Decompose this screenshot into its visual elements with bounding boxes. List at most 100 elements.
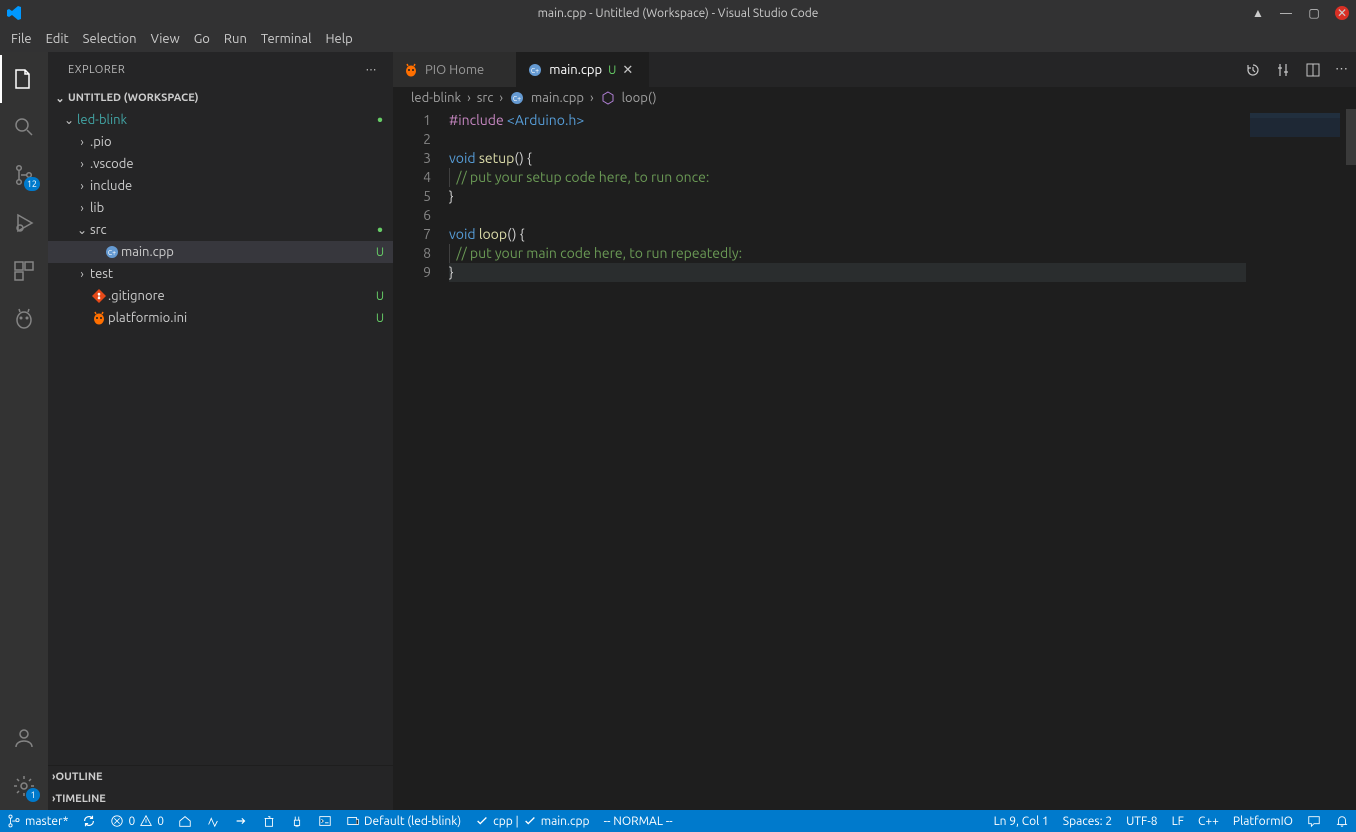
tab-status: U [608, 64, 616, 77]
pio-icon [90, 310, 108, 326]
editor-more-icon[interactable]: ⋯ [1335, 62, 1348, 77]
chevron-right-icon: › [74, 158, 90, 171]
status-serial-icon[interactable] [283, 810, 311, 832]
folder-.pio[interactable]: ›.pio [48, 131, 393, 153]
chevron-right-icon: › [74, 136, 90, 149]
activity-run-debug[interactable] [0, 199, 48, 247]
menu-edit[interactable]: Edit [39, 26, 76, 52]
git-status: U [367, 246, 393, 259]
cpp-icon: C+ [527, 62, 543, 78]
file-.gitignore[interactable]: .gitignoreU [48, 285, 393, 307]
menu-bar: FileEditSelectionViewGoRunTerminalHelp [0, 26, 1356, 52]
split-editor-icon[interactable] [1305, 62, 1321, 78]
chevron-right-icon: › [590, 91, 594, 105]
minimize-button[interactable]: — [1272, 0, 1300, 26]
status-encoding[interactable]: UTF-8 [1119, 810, 1164, 832]
svg-text:C+: C+ [513, 95, 521, 103]
code-line[interactable]: #include <Arduino.h> [449, 111, 1356, 130]
chevron-right-icon: › [74, 268, 90, 281]
folder-.vscode[interactable]: ›.vscode [48, 153, 393, 175]
activity-extensions[interactable] [0, 247, 48, 295]
editor-area: PIO Home✕ C+ main.cpp U ✕ ⋯ led-blink › src › C+… [393, 52, 1356, 810]
code-line[interactable]: } [449, 187, 1356, 206]
git-status: U [367, 290, 393, 303]
breadcrumb-item[interactable]: src [477, 91, 494, 105]
activity-accounts[interactable] [0, 714, 48, 762]
menu-terminal[interactable]: Terminal [254, 26, 319, 52]
status-terminal-icon[interactable] [311, 810, 339, 832]
menu-view[interactable]: View [144, 26, 187, 52]
minimap[interactable] [1246, 109, 1356, 810]
status-home-icon[interactable] [171, 810, 199, 832]
status-upload-icon[interactable] [227, 810, 255, 832]
chevron-down-icon: ⌄ [74, 223, 90, 237]
code-line[interactable]: void setup() { [449, 149, 1356, 168]
status-lang-check[interactable]: cpp | main.cpp [468, 810, 596, 832]
file-main.cpp[interactable]: C+main.cppU [48, 241, 393, 263]
breadcrumb-item[interactable]: main.cpp [531, 91, 584, 105]
code-line[interactable]: void loop() { [449, 225, 1356, 244]
code-content[interactable]: #include <Arduino.h> void setup() { // pu… [449, 109, 1356, 810]
chevron-down-icon: ⌄ [52, 92, 68, 105]
tab-pio-home[interactable]: PIO Home✕ [393, 52, 517, 87]
activity-settings[interactable]: 1 [0, 762, 48, 810]
scm-badge: 12 [24, 177, 40, 191]
workspace-section[interactable]: ⌄ UNTITLED (WORKSPACE) [48, 87, 393, 109]
status-cursor[interactable]: Ln 9, Col 1 [987, 810, 1056, 832]
window-menu-up-icon[interactable]: ▲ [1244, 0, 1272, 26]
code-line[interactable]: } [449, 263, 1356, 282]
close-icon[interactable]: ✕ [622, 63, 638, 78]
activity-platformio[interactable] [0, 295, 48, 343]
status-spaces[interactable]: Spaces: 2 [1056, 810, 1119, 832]
status-env[interactable]: Default (led-blink) [339, 810, 468, 832]
explorer-more-icon[interactable]: ⋯ [366, 63, 378, 76]
close-button[interactable]: ✕ [1328, 0, 1356, 26]
status-language[interactable]: C++ [1191, 810, 1226, 832]
status-branch[interactable]: master* [0, 810, 75, 832]
code-line[interactable] [449, 130, 1356, 149]
menu-selection[interactable]: Selection [76, 26, 144, 52]
status-sync[interactable] [75, 810, 103, 832]
file-platformio.ini[interactable]: platformio.iniU [48, 307, 393, 329]
chevron-right-icon: › [467, 91, 471, 105]
status-feedback-icon[interactable] [1300, 810, 1328, 832]
code-editor[interactable]: 123456789 #include <Arduino.h> void setup… [393, 109, 1356, 810]
status-platformio[interactable]: PlatformIO [1226, 810, 1300, 832]
breadcrumb-item[interactable]: loop() [622, 91, 657, 105]
settings-badge: 1 [26, 788, 40, 802]
editor-history-icon[interactable] [1245, 62, 1261, 78]
folder-led-blink[interactable]: ⌄led-blink• [48, 109, 393, 131]
menu-help[interactable]: Help [318, 26, 359, 52]
chevron-right-icon: › [74, 202, 90, 215]
code-line[interactable]: // put your setup code here, to run once… [449, 168, 1356, 187]
tab-main-cpp[interactable]: C+main.cppU✕ [517, 52, 649, 87]
menu-go[interactable]: Go [187, 26, 217, 52]
tabs-row: PIO Home✕C+main.cppU✕ ⋯ [393, 52, 1356, 87]
outline-section[interactable]: › OUTLINE [48, 766, 393, 788]
folder-test[interactable]: ›test [48, 263, 393, 285]
status-build-icon[interactable] [199, 810, 227, 832]
status-clean-icon[interactable] [255, 810, 283, 832]
folder-lib[interactable]: ›lib [48, 197, 393, 219]
breadcrumb[interactable]: led-blink›src›C+main.cpp›loop() [393, 87, 1356, 109]
folder-src[interactable]: ⌄src• [48, 219, 393, 241]
chevron-down-icon: ⌄ [61, 113, 77, 127]
activity-source-control[interactable]: 12 [0, 151, 48, 199]
menu-run[interactable]: Run [217, 26, 254, 52]
line-gutter: 123456789 [393, 109, 449, 810]
breadcrumb-item[interactable]: led-blink [411, 91, 461, 105]
pio-icon [403, 62, 419, 78]
status-eol[interactable]: LF [1165, 810, 1191, 832]
folder-include[interactable]: ›include [48, 175, 393, 197]
menu-file[interactable]: File [4, 26, 39, 52]
editor-diff-icon[interactable] [1275, 62, 1291, 78]
activity-explorer[interactable] [0, 55, 48, 103]
code-line[interactable]: // put your main code here, to run repea… [449, 244, 1356, 263]
status-bell-icon[interactable] [1328, 810, 1356, 832]
activity-search[interactable] [0, 103, 48, 151]
status-problems[interactable]: 0 0 [103, 810, 171, 832]
code-line[interactable] [449, 206, 1356, 225]
maximize-button[interactable]: ▢ [1300, 0, 1328, 26]
timeline-section[interactable]: › TIMELINE [48, 788, 393, 810]
chevron-right-icon: › [74, 180, 90, 193]
